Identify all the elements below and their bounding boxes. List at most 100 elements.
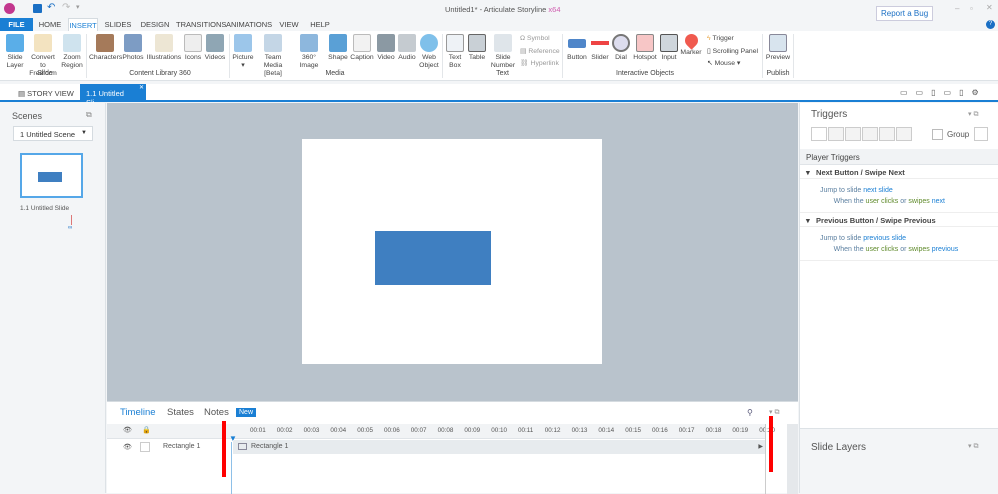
triggers-panel: Triggers ▾ ⧉ Group Player Triggers ▾ Nex… [799,103,998,493]
label: 1 Untitled Scene [20,130,76,139]
menu-tabs: FILE HOME INSERT SLIDES DESIGN TRANSITIO… [0,18,998,31]
layer-name[interactable]: Rectangle 1 [163,443,200,450]
video-button[interactable]: Video [376,34,396,62]
float-panel-icon[interactable]: ⧉ [86,110,92,120]
new-trigger-icon[interactable] [811,127,827,141]
target[interactable]: previous slide [863,235,906,242]
close-tab-icon[interactable]: ✕ [139,84,144,91]
slide-thumbnail[interactable] [20,153,83,198]
tab-help[interactable]: HELP [309,18,331,31]
caption-button[interactable]: Caption [350,34,374,62]
symbol-button[interactable]: Ω Symbol [520,35,550,42]
preview-button[interactable]: Preview [765,34,791,62]
photos-button[interactable]: Photos [122,34,144,62]
slide-number-button[interactable]: Slide Number [489,34,517,70]
tab-view[interactable]: VIEW [278,18,300,31]
undo-icon[interactable]: ↶ [47,2,55,13]
marker-button[interactable]: Marker [680,31,702,57]
layer-lock-toggle[interactable] [140,442,150,452]
tab-home[interactable]: HOME [36,18,64,31]
360-image-button[interactable]: 360° Image [292,34,326,70]
t[interactable]: swipes [908,246,929,253]
trigger-group-previous[interactable]: ▾ Previous Button / Swipe Previous [800,213,998,227]
dial-button[interactable]: Dial [612,34,630,62]
eye-icon[interactable]: 👁 [123,426,132,434]
icons-button[interactable]: Icons [184,34,202,62]
minimize-button[interactable]: – [955,4,959,13]
timeline-tick: 00:18 [705,427,722,434]
button-button[interactable]: Button [566,34,588,62]
timeline-options-icon[interactable]: ⚲ [747,408,753,417]
tab-slide[interactable]: 1.1 Untitled Sli...✕ [80,84,146,107]
slide-layer-button[interactable]: Slide Layer [4,34,26,70]
trigger-toolbar [811,127,912,141]
table-button[interactable]: Table [466,34,488,62]
t[interactable]: user [866,198,880,205]
t[interactable]: next [932,198,945,205]
copy-trigger-icon[interactable] [845,127,861,141]
tab-insert[interactable]: INSERT [68,18,98,31]
target[interactable]: next slide [863,187,893,194]
trigger-previous[interactable]: Jump to slide previous slide When the us… [800,227,998,261]
team-media-button[interactable]: Team Media [Beta] [256,34,290,78]
customize-icon[interactable]: ▾ [76,3,80,11]
slide-stage[interactable] [302,139,602,364]
panel-options-icon[interactable]: ▾ ⧉ [968,442,978,451]
hotspot-button[interactable]: Hotspot [632,34,658,62]
t[interactable]: clicks [881,198,898,205]
slider-button[interactable]: Slider [590,34,610,62]
audio-button[interactable]: Audio [397,34,417,62]
end-marker[interactable] [765,424,766,494]
tab-file[interactable]: FILE [0,18,33,31]
zoom-region-button[interactable]: Zoom Region [60,34,84,70]
move-trigger-icon[interactable] [896,127,912,141]
variables-icon[interactable] [974,127,988,141]
reference-button[interactable]: ▤ Reference [520,47,560,55]
t[interactable]: clicks [881,246,898,253]
panel-options-icon[interactable]: ▾ ⧉ [968,110,978,119]
tab-animations[interactable]: ANIMATIONS [226,18,272,31]
tab-story-view[interactable]: ▤ STORY VIEW [18,89,74,98]
tab-design[interactable]: DESIGN [140,18,170,31]
input-button[interactable]: Input [659,34,679,62]
trigger-button[interactable]: ϟ Trigger [707,35,734,42]
text-box-button[interactable]: Text Box [445,34,465,70]
device-preview-icons[interactable]: ▭▭▯▭▯⚙ [900,88,987,97]
tab-transitions[interactable]: TRANSITIONS [176,18,226,31]
tab-states[interactable]: States [167,407,194,418]
expand-arrow-icon[interactable]: ▶ [758,443,763,450]
shape-button[interactable]: Shape [327,34,349,62]
label: Symbol [526,35,550,42]
web-object-button[interactable]: Web Object [418,34,440,70]
trigger-next[interactable]: Jump to slide next slide When the user c… [800,179,998,213]
videos-button[interactable]: Videos [204,34,226,62]
mouse-button[interactable]: ↖ Mouse ▾ [707,59,740,67]
t[interactable]: swipes [908,198,929,205]
picture-button[interactable]: Picture ▾ [232,34,254,70]
rectangle-shape[interactable] [375,231,491,285]
help-icon[interactable]: ? [986,20,995,29]
layer-visibility-toggle[interactable]: 👁 [123,443,132,451]
scene-dropdown[interactable]: 1 Untitled Scene ▼ [13,126,93,141]
t[interactable]: previous [932,246,958,253]
layer-timebar[interactable]: Rectangle 1 ▶ [233,440,765,454]
tab-slides[interactable]: SLIDES [104,18,132,31]
hyperlink-button[interactable]: ⛓ Hyperlink [520,59,559,67]
scrolling-panel-button[interactable]: ▯ Scrolling Panel [707,47,758,55]
edit-trigger-icon[interactable] [828,127,844,141]
illustrations-button[interactable]: Illustrations [146,34,182,62]
save-icon[interactable] [33,4,42,13]
characters-button[interactable]: Characters [89,34,122,62]
group-checkbox[interactable] [932,129,943,140]
vertical-scrollbar[interactable] [787,424,798,494]
t[interactable]: user [866,246,880,253]
tab-notes[interactable]: Notes [204,407,229,418]
redo-icon[interactable]: ↷ [62,2,70,13]
tab-timeline[interactable]: Timeline [120,407,156,418]
lock-icon[interactable]: 🔒 [142,426,151,434]
restore-button[interactable]: ▫ [970,4,973,13]
close-button[interactable]: ✕ [986,3,993,12]
delete-trigger-icon[interactable] [879,127,895,141]
trigger-group-next[interactable]: ▾ Next Button / Swipe Next [800,165,998,179]
paste-trigger-icon[interactable] [862,127,878,141]
